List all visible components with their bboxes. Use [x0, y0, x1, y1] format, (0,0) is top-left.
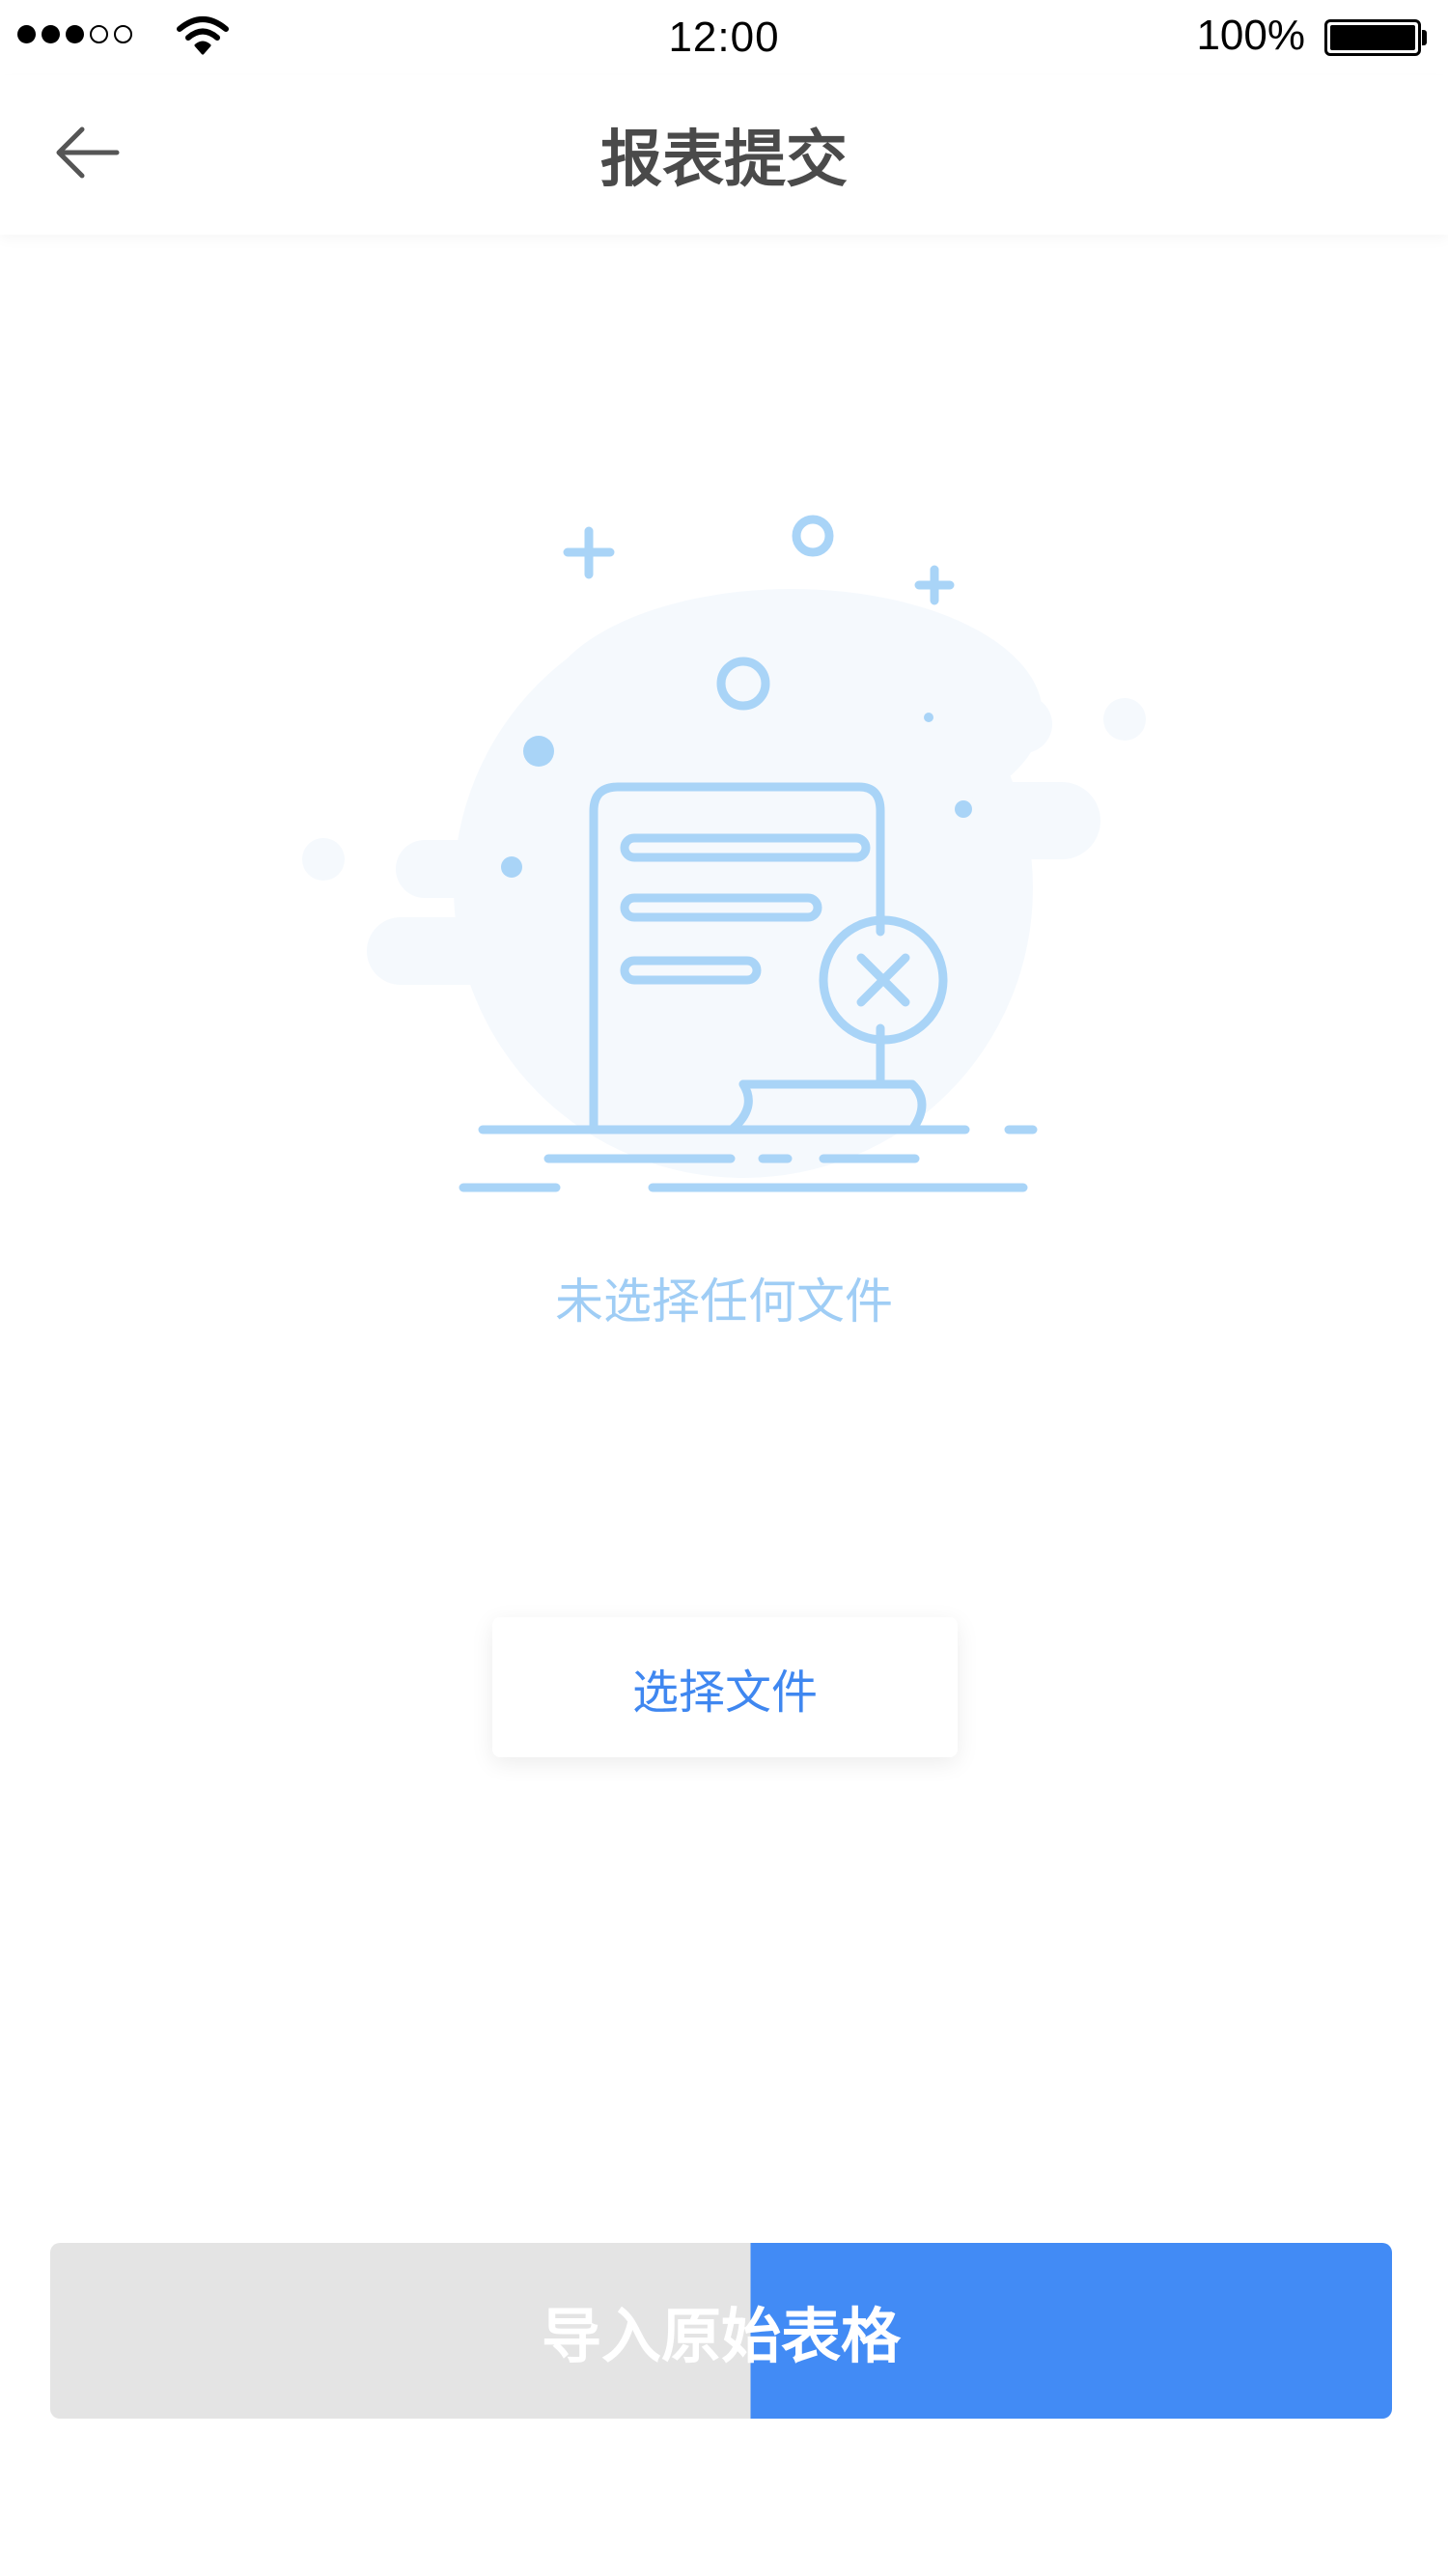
- battery-percentage: 100%: [1196, 12, 1305, 59]
- battery-level: [1330, 25, 1415, 50]
- select-file-button[interactable]: 选择文件: [492, 1617, 958, 1757]
- battery-icon: [1324, 19, 1421, 56]
- nav-bar: 报表提交: [0, 75, 1448, 235]
- import-original-table-button[interactable]: 导入原始表格: [50, 2243, 1392, 2419]
- page-title: 报表提交: [600, 125, 848, 196]
- document-error-icon: [302, 515, 1146, 1192]
- battery-tip: [1422, 30, 1427, 45]
- empty-state-message: 未选择任何文件: [555, 1274, 893, 1330]
- status-bar: 12:00 100%: [0, 0, 1448, 75]
